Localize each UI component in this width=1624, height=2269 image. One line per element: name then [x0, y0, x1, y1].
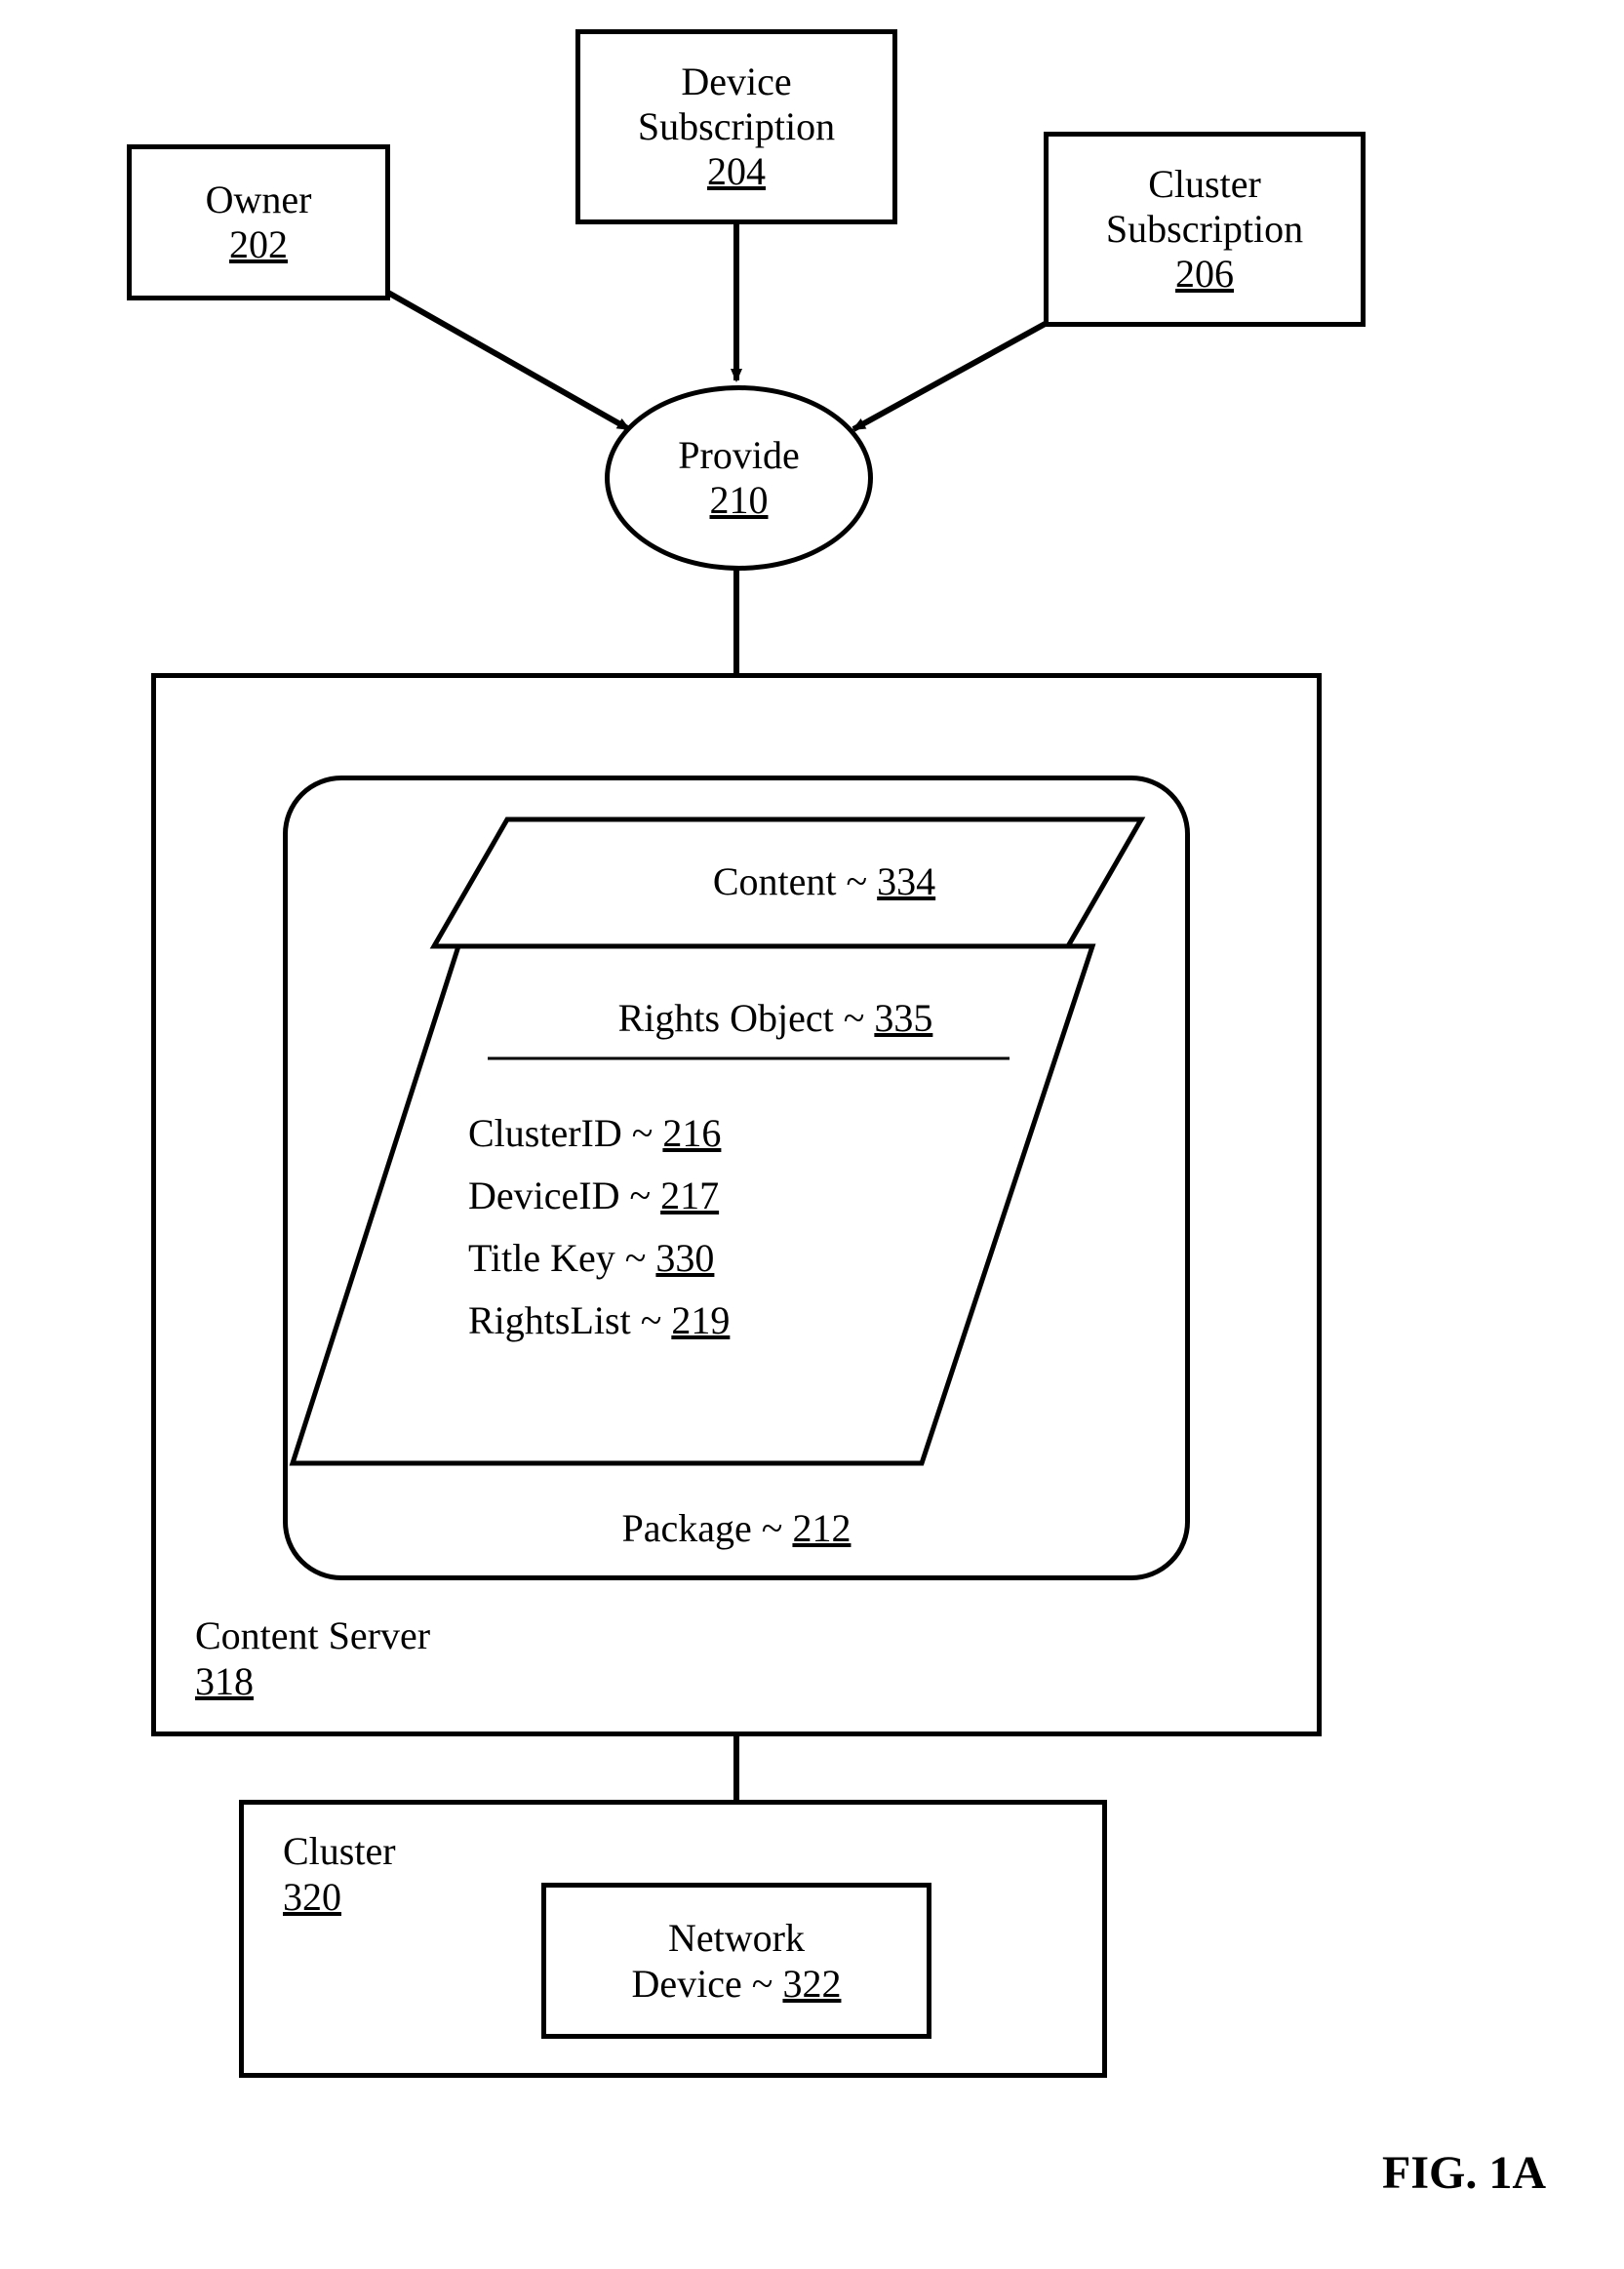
figure-label: FIG. 1A: [1382, 2146, 1546, 2200]
provide-label: Provide: [678, 433, 799, 478]
owner-label: Owner: [206, 178, 312, 222]
titlekey-label: Title Key ~: [468, 1236, 655, 1280]
owner-box: Owner 202: [127, 144, 390, 300]
device-subscription-ref: 204: [707, 149, 766, 194]
rightslist-label: RightsList ~: [468, 1298, 671, 1342]
clusterid-ref: 216: [662, 1111, 721, 1155]
network-device-label2: Device ~: [632, 1962, 783, 2006]
package-ref: 212: [792, 1506, 851, 1550]
rightslist-ref: 219: [671, 1298, 730, 1342]
cluster-ref: 320: [283, 1875, 341, 1920]
clusterid-label: ClusterID ~: [468, 1111, 662, 1155]
device-subscription-box: Device Subscription 204: [575, 29, 897, 224]
device-subscription-label1: Device: [681, 60, 791, 104]
content-label: Content ~: [713, 859, 877, 903]
provide-ref: 210: [710, 478, 769, 523]
cluster-subscription-label2: Subscription: [1106, 207, 1303, 252]
deviceid-ref: 217: [660, 1174, 719, 1217]
device-subscription-label2: Subscription: [638, 104, 835, 149]
network-device-box: Network Device ~ 322: [541, 1883, 931, 2039]
titlekey-ref: 330: [655, 1236, 714, 1280]
rights-object-ref: 335: [874, 996, 932, 1040]
owner-ref: 202: [229, 222, 288, 267]
rights-object-label: Rights Object ~: [618, 996, 875, 1040]
content-server-ref: 318: [195, 1659, 254, 1704]
content-server-label: Content Server: [195, 1613, 430, 1658]
provide-ellipse: Provide 210: [605, 385, 873, 571]
content-ref: 334: [877, 859, 935, 903]
deviceid-label: DeviceID ~: [468, 1174, 660, 1217]
cluster-label: Cluster: [283, 1829, 396, 1874]
cluster-subscription-label1: Cluster: [1148, 162, 1261, 207]
package-label: Package ~: [622, 1506, 793, 1550]
network-device-label1: Network: [668, 1916, 805, 1961]
cluster-subscription-ref: 206: [1175, 252, 1234, 297]
network-device-ref: 322: [782, 1962, 841, 2006]
cluster-subscription-box: Cluster Subscription 206: [1044, 132, 1366, 327]
